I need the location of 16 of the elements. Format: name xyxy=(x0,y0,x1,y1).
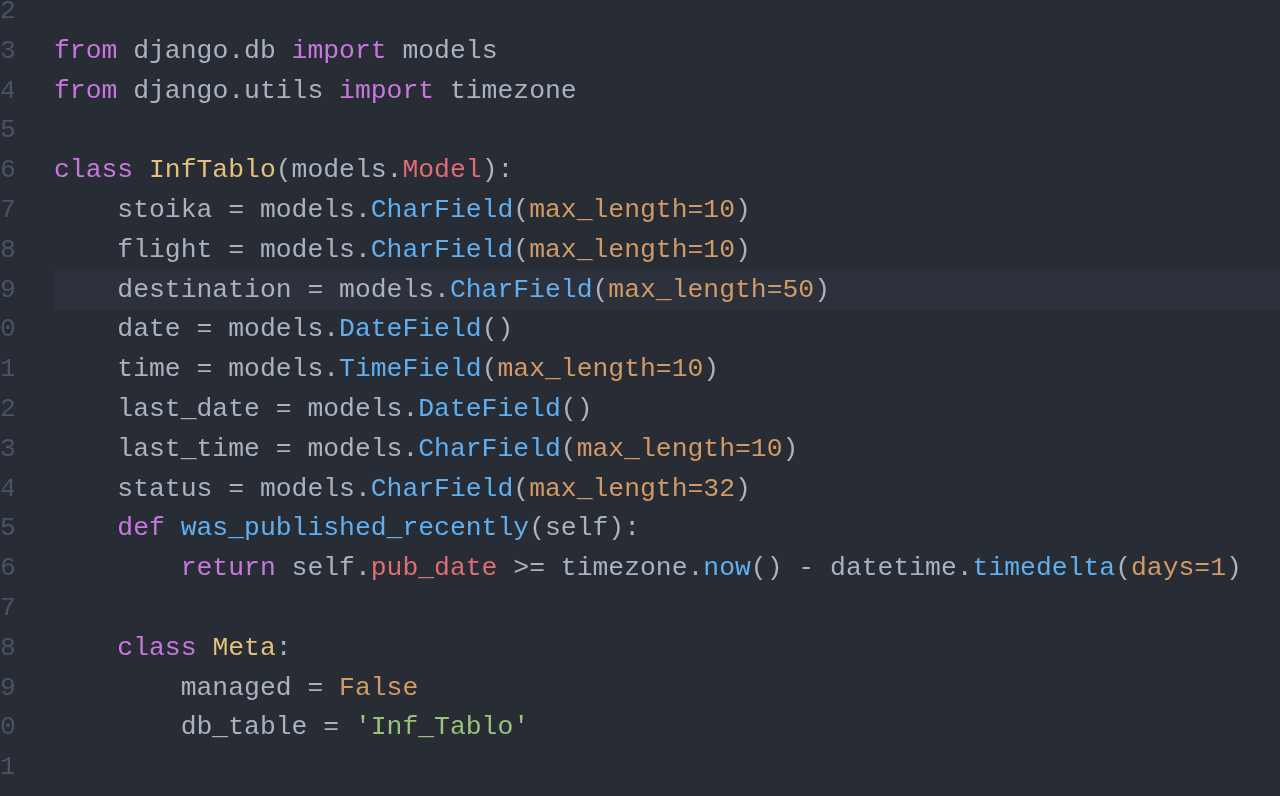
code-line: class Meta: xyxy=(116,631,292,665)
code-line: time = models.TimeField(max_length=10) xyxy=(116,353,720,387)
code-line: db_table = 'Inf_Tablo' xyxy=(179,711,530,745)
code-line: stoika = models.CharField(max_length=10) xyxy=(116,194,751,227)
code-line: destination = models.CharField(max_length=50) xyxy=(116,273,831,307)
code-line: class InfTablo(models.Model): xyxy=(54,154,514,188)
code-line: from django.db import models xyxy=(54,34,498,68)
code-line: last_time = models.CharField(max_length=10) xyxy=(116,432,799,466)
code-line: def was_published_recently(self): xyxy=(116,512,640,546)
code-line: return self.pub_date >= timezone.now() - datetime.timedelta(days=1) xyxy=(179,552,1242,586)
code-line: status = models.CharField(max_length=32) xyxy=(116,472,751,506)
code-line: flight = models.CharField(max_length=10) xyxy=(116,233,751,267)
code-line: last_date = models.DateField() xyxy=(116,392,593,426)
code-line: managed = False xyxy=(179,671,419,705)
code-line: from django.utils import timezone xyxy=(54,74,577,108)
code-line: date = models.DateField() xyxy=(116,313,514,347)
